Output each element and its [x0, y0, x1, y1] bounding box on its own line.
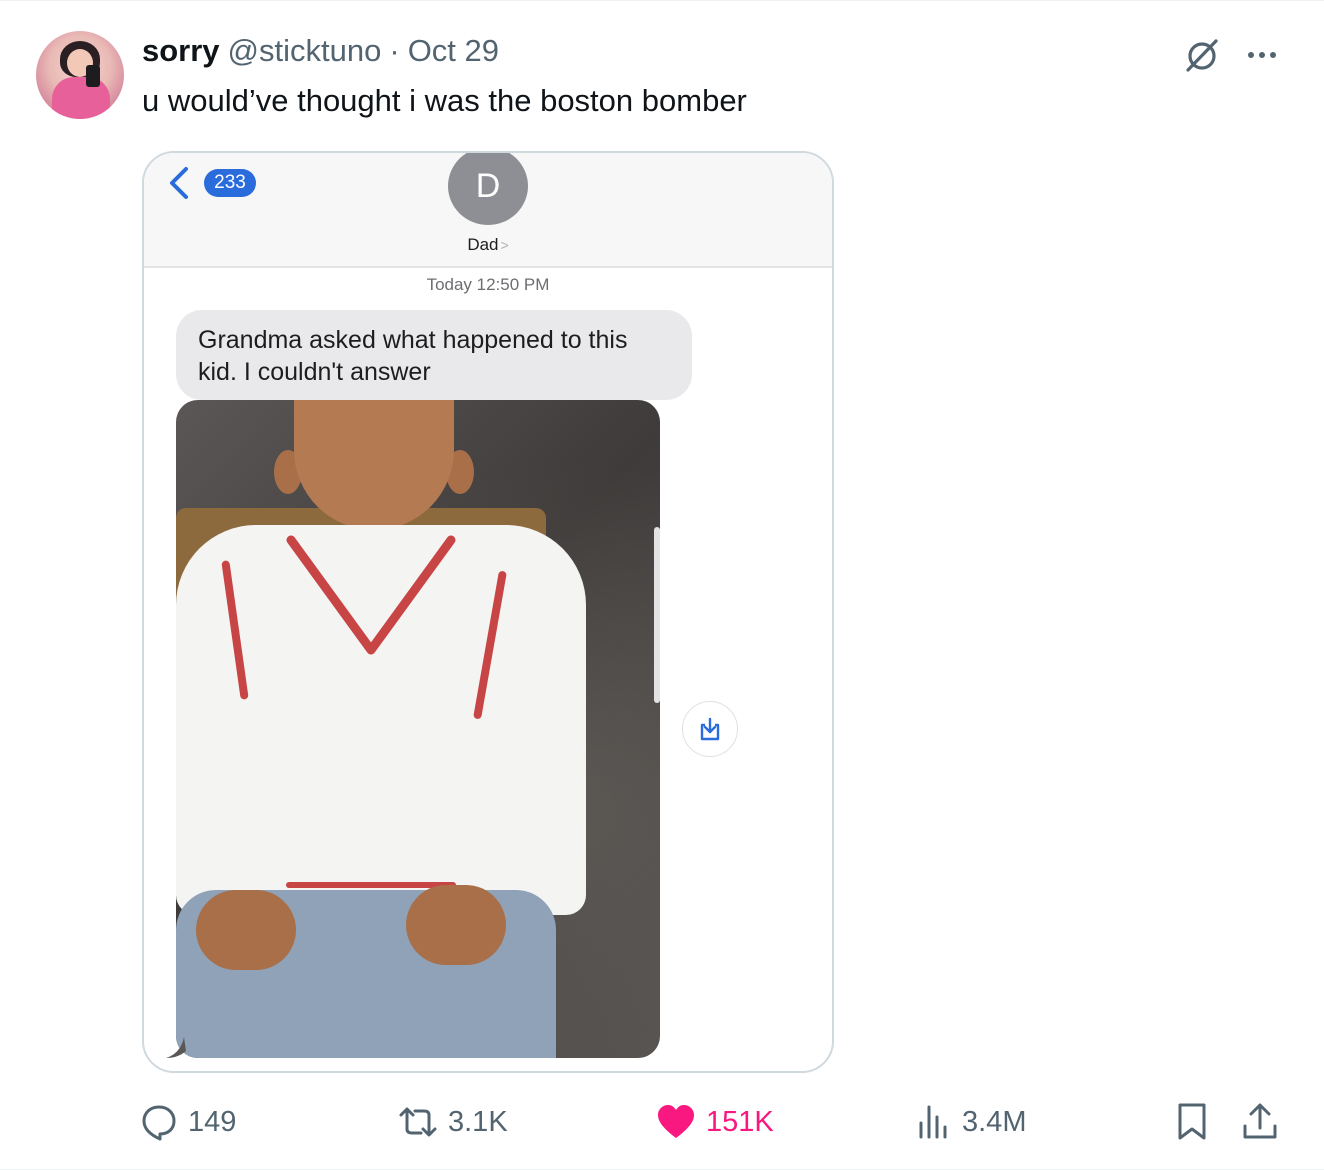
- avatar-phone: [86, 65, 100, 87]
- retweet-icon: [399, 1107, 437, 1137]
- avatar[interactable]: [36, 31, 124, 119]
- tweet-media[interactable]: 233 D Dad > Today 12:50 PM Grandma asked …: [142, 151, 834, 1073]
- tweet[interactable]: sorry @sticktuno · Oct 29 u would’ve tho…: [0, 0, 1324, 1170]
- download-icon[interactable]: [682, 701, 738, 757]
- more-dot: [1259, 52, 1265, 58]
- attached-photo: [176, 400, 660, 1058]
- photo-edge-tab: [654, 527, 660, 703]
- tweet-text: u would’ve thought i was the boston bomb…: [142, 83, 747, 118]
- bookmark-button[interactable]: [1174, 1095, 1220, 1149]
- bubble-tail: [166, 1037, 186, 1058]
- retweet-count: 3.1K: [448, 1105, 508, 1138]
- more-icon[interactable]: [1242, 35, 1282, 75]
- imessage-header: 233 D Dad >: [144, 153, 832, 268]
- contact-avatar: D: [448, 153, 528, 225]
- photo-hand-right: [406, 885, 506, 965]
- back-chevron-icon: [166, 165, 194, 201]
- reply-button[interactable]: 149: [140, 1095, 236, 1149]
- grok-icon[interactable]: [1182, 35, 1222, 75]
- like-count: 151K: [706, 1105, 774, 1138]
- contact-name: Dad: [467, 235, 499, 254]
- heart-icon: [658, 1105, 694, 1138]
- bookmark-icon: [1178, 1103, 1206, 1140]
- tweet-date[interactable]: Oct 29: [408, 33, 499, 69]
- reply-count: 149: [188, 1105, 237, 1138]
- retweet-button[interactable]: 3.1K: [398, 1095, 508, 1149]
- contact-chevron: >: [500, 237, 509, 253]
- views-button[interactable]: 3.4M: [916, 1095, 1026, 1149]
- unread-count-badge: 233: [204, 169, 256, 197]
- more-dot: [1248, 52, 1254, 58]
- views-count: 3.4M: [962, 1105, 1027, 1138]
- user-handle[interactable]: @sticktuno: [228, 33, 382, 69]
- message-timestamp: Today 12:50 PM: [426, 275, 550, 294]
- reply-icon: [142, 1105, 176, 1141]
- more-dot: [1270, 52, 1276, 58]
- avatar-body: [52, 77, 110, 119]
- message-bubble: Grandma asked what happened to this kid.…: [176, 310, 692, 400]
- share-button[interactable]: [1240, 1095, 1290, 1149]
- views-icon: [919, 1105, 947, 1139]
- share-icon: [1243, 1103, 1277, 1139]
- photo-hand-left: [196, 890, 296, 970]
- tweet-header: sorry @sticktuno · Oct 29: [142, 33, 499, 73]
- like-button[interactable]: 151K: [656, 1095, 774, 1149]
- contact-name-row: Dad >: [144, 235, 832, 255]
- separator-dot: ·: [389, 33, 400, 68]
- photo-vest-v: [286, 535, 456, 655]
- action-bar: 149 3.1K 151K 3.4M: [0, 1095, 1324, 1149]
- display-name[interactable]: sorry: [142, 33, 220, 69]
